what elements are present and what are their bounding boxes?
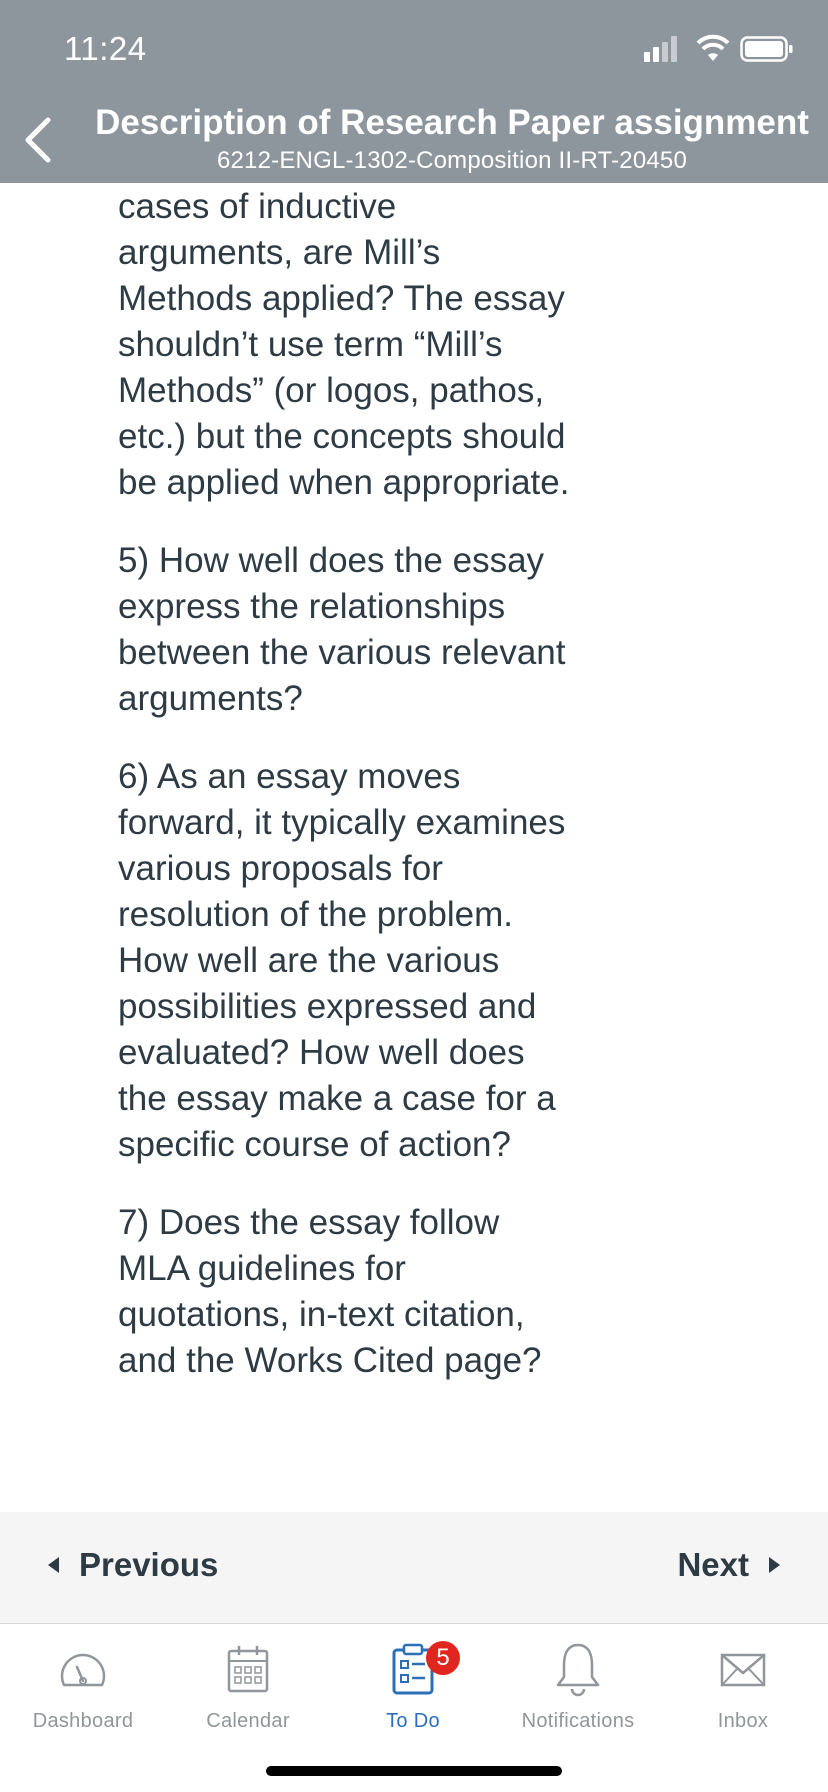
triangle-right-icon [769, 1557, 780, 1573]
course-subtitle: 6212-ENGL-1302-Composition II-RT-20450 [216, 147, 688, 174]
status-icons [644, 34, 794, 64]
tab-label: Calendar [206, 1710, 290, 1732]
tab-calendar[interactable]: Calendar [165, 1641, 331, 1733]
tab-todo[interactable]: 5 To Do [330, 1641, 496, 1733]
page-title: Description of Research Paper assignment [95, 103, 809, 142]
next-button[interactable]: Next [677, 1546, 780, 1584]
cellular-signal-icon [644, 36, 677, 62]
pager-bar: Previous Next [0, 1512, 828, 1624]
tab-dashboard[interactable]: Dashboard [0, 1641, 166, 1733]
paragraph: cases of inductive arguments, are Mill’s… [118, 187, 570, 502]
dashboard-icon [60, 1653, 106, 1687]
assignment-description: cases of inductive arguments, are Mill’s… [118, 184, 578, 1416]
tab-label: Notifications [521, 1710, 635, 1732]
tab-label: Inbox [717, 1710, 769, 1732]
tab-label: To Do [386, 1710, 440, 1732]
paragraph: 5) How well does the essay express the r… [118, 541, 566, 718]
app-header: 11:24 Description of Research Paper assi… [0, 0, 828, 183]
previous-label: Previous [79, 1546, 219, 1583]
back-button[interactable] [18, 112, 66, 168]
previous-button[interactable]: Previous [48, 1546, 218, 1584]
wifi-icon [696, 34, 730, 61]
tab-inbox[interactable]: Inbox [660, 1641, 826, 1733]
tab-label: Dashboard [32, 1710, 134, 1732]
status-time: 11:24 [64, 30, 147, 67]
envelope-icon [720, 1653, 766, 1687]
chevron-left-icon [25, 117, 51, 163]
paragraph: 6) As an essay moves forward, it typical… [118, 757, 566, 1164]
battery-icon [740, 36, 793, 62]
next-label: Next [677, 1546, 749, 1583]
triangle-left-icon [48, 1557, 59, 1573]
calendar-icon [227, 1646, 269, 1693]
paragraph: 7) Does the essay follow MLA guidelines … [118, 1203, 542, 1380]
bell-icon [556, 1643, 600, 1697]
home-indicator[interactable] [266, 1766, 562, 1776]
tab-notifications[interactable]: Notifications [495, 1641, 661, 1733]
todo-count-badge: 5 [426, 1641, 460, 1675]
